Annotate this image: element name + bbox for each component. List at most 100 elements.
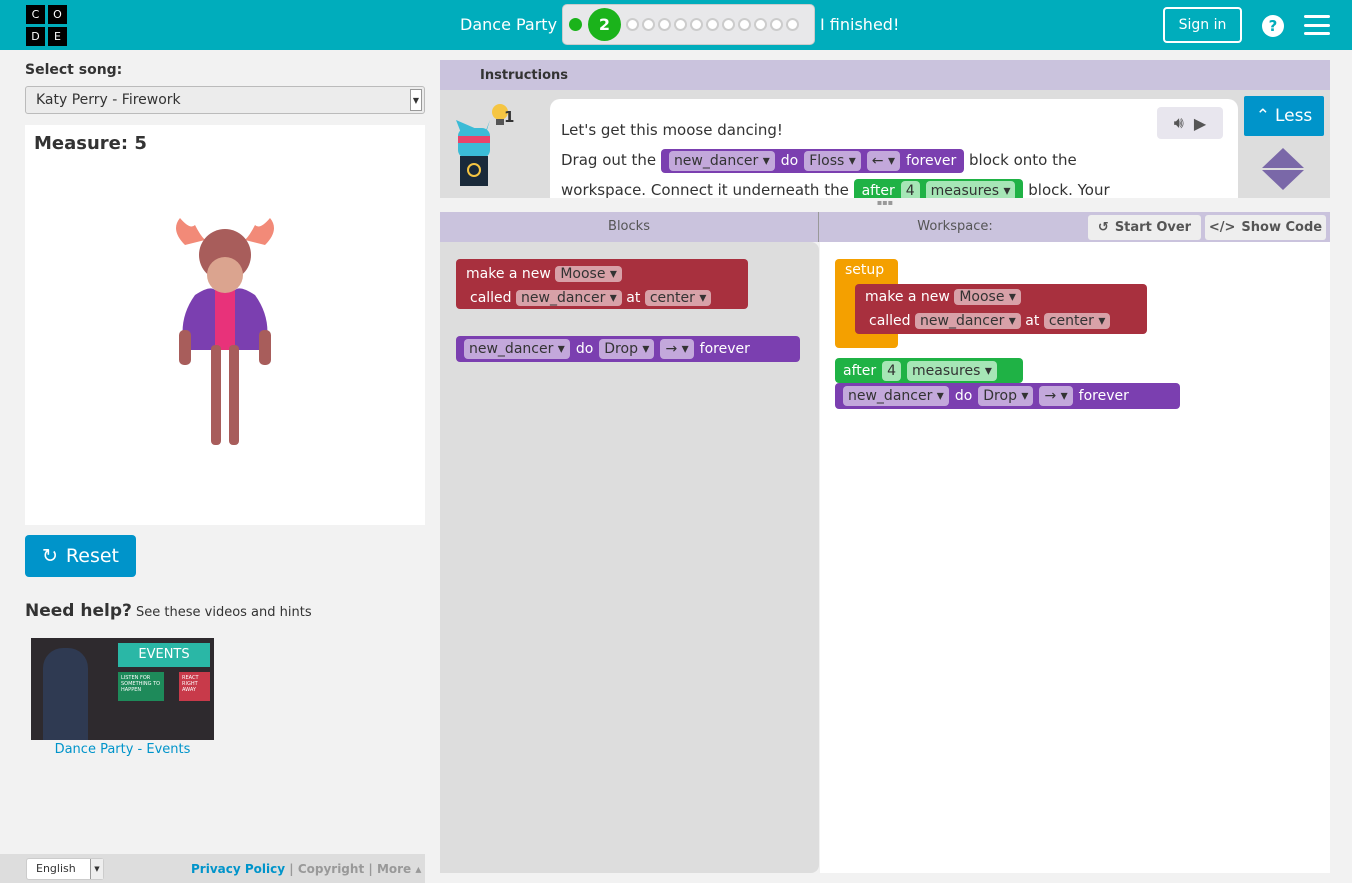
splitter-handle[interactable]: ▪▪▪ [440, 198, 1330, 212]
measure-counter: Measure: 5 [34, 133, 147, 154]
audio-controls: 🔊︎ ▶ [1157, 107, 1223, 139]
level-dot[interactable] [754, 18, 767, 31]
help-icon[interactable]: ? [1262, 15, 1284, 37]
level-dot[interactable] [722, 18, 735, 31]
undo-icon: ↺ [1097, 220, 1109, 235]
level-dot[interactable] [658, 18, 671, 31]
video-link[interactable]: Dance Party - Events [31, 742, 214, 757]
dancer-dropdown[interactable]: new_dancer ▾ [843, 386, 949, 406]
play-icon[interactable]: ▶ [1194, 114, 1206, 133]
chevron-down-icon: ▼ [90, 859, 103, 879]
workspace[interactable]: setup make a new Moose ▾ called new_danc… [820, 242, 1330, 873]
measures-dropdown[interactable]: measures ▾ [907, 360, 997, 381]
reset-button[interactable]: ↻ Reset [25, 535, 136, 577]
dancer-name-dropdown[interactable]: new_dancer ▾ [915, 313, 1021, 329]
level-1-dot[interactable] [569, 18, 582, 31]
move-dropdown[interactable]: Drop ▾ [978, 386, 1034, 406]
instruction-text-part: Drag out the [561, 151, 657, 169]
direction-dropdown: ← ▾ [866, 150, 901, 171]
start-over-button[interactable]: ↺ Start Over [1088, 215, 1201, 240]
hamburger-menu-icon[interactable] [1304, 15, 1330, 35]
level-progress: 2 [562, 4, 815, 45]
resize-arrows-icon[interactable] [1262, 148, 1304, 190]
language-value: English [36, 862, 76, 875]
block-text: make a new [466, 266, 551, 282]
workspace-label: Workspace: [917, 219, 993, 234]
make-new-dancer-block[interactable]: make a new Moose ▾ called new_dancer ▾ a… [456, 259, 748, 309]
block-text: setup [845, 262, 885, 278]
copyright-link[interactable]: Copyright [298, 862, 364, 876]
level-dot[interactable] [642, 18, 655, 31]
privacy-policy-link[interactable]: Privacy Policy [191, 862, 285, 876]
song-select[interactable]: Katy Perry - Firework ▼ [25, 86, 425, 114]
block-text: make a new [865, 289, 950, 305]
make-new-dancer-block[interactable]: make a new Moose ▾ called new_dancer ▾ a… [855, 284, 1147, 334]
direction-dropdown[interactable]: → ▾ [660, 339, 694, 359]
reset-icon: ↻ [42, 545, 58, 567]
video-listen-sign: LISTEN FOR SOMETHING TO HAPPEN [118, 672, 164, 701]
direction-dropdown[interactable]: → ▾ [1039, 386, 1073, 406]
block-text: called [470, 290, 512, 306]
dancer-type-dropdown[interactable]: Moose ▾ [555, 266, 622, 282]
instructions-header: Instructions [440, 60, 1330, 90]
select-song-label: Select song: [25, 62, 123, 78]
less-button[interactable]: ⌃ Less [1244, 96, 1324, 136]
block-text: called [869, 313, 911, 329]
logo-letter: D [26, 27, 45, 46]
block-text: after [843, 362, 877, 379]
logo-letter: C [26, 5, 45, 24]
block-text: forever [906, 152, 957, 169]
sign-in-button[interactable]: Sign in [1163, 7, 1242, 43]
instruction-text-part: block onto the [969, 151, 1077, 169]
level-dot[interactable] [626, 18, 639, 31]
block-text: forever [1078, 388, 1129, 404]
location-dropdown[interactable]: center ▾ [1043, 313, 1111, 329]
header: CODE Dance Party 2 I finished! Sign in ? [0, 0, 1352, 50]
location-dropdown[interactable]: center ▾ [644, 290, 712, 306]
moose-dancer [176, 218, 274, 445]
blocks-label: Blocks [440, 212, 819, 242]
dancer-dropdown[interactable]: new_dancer ▾ [464, 339, 570, 359]
instruction-text: Let's get this moose dancing! Drag out t… [550, 99, 1238, 198]
song-value: Katy Perry - Firework [36, 92, 181, 108]
level-dot[interactable] [786, 18, 799, 31]
block-text: at [1025, 313, 1040, 329]
level-dot[interactable] [706, 18, 719, 31]
video-thumbnail[interactable]: EVENTS LISTEN FOR SOMETHING TO HAPPEN RE… [31, 638, 214, 740]
language-select[interactable]: English ▼ [26, 858, 104, 880]
chevron-up-icon: ⌃ [1255, 106, 1270, 126]
dancer-type-dropdown[interactable]: Moose ▾ [954, 289, 1021, 305]
logo-letter: O [48, 5, 67, 24]
level-dot[interactable] [738, 18, 751, 31]
measure-number: 4 [900, 180, 920, 198]
move-dropdown[interactable]: Drop ▾ [599, 339, 655, 359]
show-code-button[interactable]: </> Show Code [1205, 215, 1326, 240]
measure-number-input[interactable]: 4 [882, 360, 902, 381]
logo-letter: E [48, 27, 67, 46]
current-level[interactable]: 2 [588, 8, 621, 41]
reset-label: Reset [65, 545, 119, 567]
less-label: Less [1274, 106, 1313, 126]
video-react-sign: REACT RIGHT AWAY [179, 672, 210, 701]
dance-forever-block[interactable]: new_dancer ▾ do Drop ▾ → ▾ forever [835, 383, 1180, 409]
level-dot[interactable] [770, 18, 783, 31]
finished-link[interactable]: I finished! [820, 15, 899, 34]
block-text: forever [699, 341, 750, 357]
move-dropdown: Floss ▾ [804, 150, 861, 171]
level-dot[interactable] [674, 18, 687, 31]
dance-forever-block[interactable]: new_dancer ▾ do Drop ▾ → ▾ forever [456, 336, 800, 362]
more-link[interactable]: More [377, 862, 411, 876]
code-logo[interactable]: CODE [26, 5, 68, 46]
video-events-sign: EVENTS [118, 643, 210, 667]
code-icon: </> [1208, 220, 1236, 235]
after-measures-block[interactable]: after 4 measures ▾ [835, 358, 1023, 383]
chevron-down-icon: ▼ [410, 89, 422, 111]
start-over-label: Start Over [1114, 220, 1192, 235]
speaker-icon[interactable]: 🔊︎ [1174, 113, 1184, 133]
block-text: do [954, 388, 973, 404]
help-subtitle: See these videos and hints [136, 605, 312, 620]
instruction-text-part: block. Your [1028, 181, 1110, 198]
dancer-name-dropdown[interactable]: new_dancer ▾ [516, 290, 622, 306]
level-dot[interactable] [690, 18, 703, 31]
dance-stage: Measure: 5 [25, 125, 425, 525]
